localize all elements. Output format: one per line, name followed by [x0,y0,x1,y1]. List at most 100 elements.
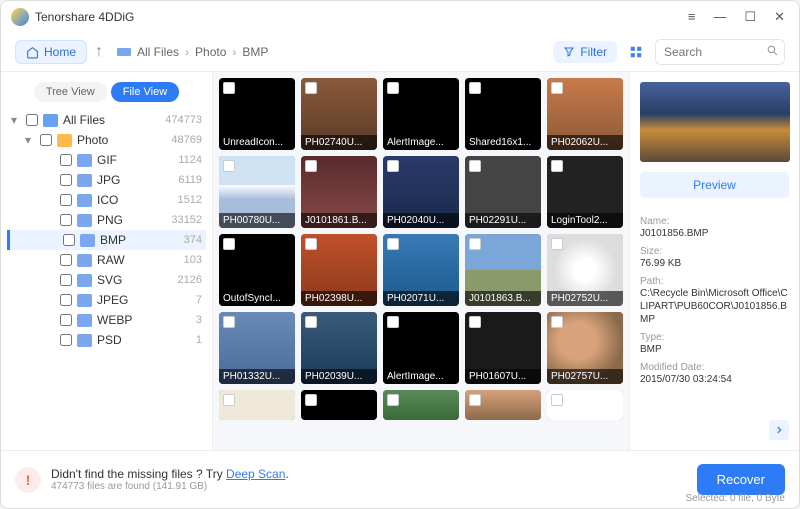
tree-checkbox[interactable] [60,174,72,186]
tree-checkbox[interactable] [60,274,72,286]
thumbnail[interactable]: AlertImage... [383,78,459,150]
folder-icon [77,334,92,347]
tab-tree-view[interactable]: Tree View [34,82,107,102]
deep-scan-link[interactable]: Deep Scan [226,467,285,481]
tree-checkbox[interactable] [60,334,72,346]
thumbnail[interactable]: Shared16x1... [465,78,541,150]
up-icon[interactable]: ↑ [95,43,103,61]
tree-checkbox[interactable] [60,214,72,226]
filter-button[interactable]: Filter [553,41,617,63]
close-icon[interactable]: ✕ [770,7,789,27]
thumb-checkbox[interactable] [387,394,399,406]
thumbnail[interactable]: LoginTool2... [547,156,623,228]
tree-item-webp[interactable]: WEBP3 [7,310,206,330]
expand-icon[interactable]: ▾ [11,113,21,127]
search-icon[interactable] [766,44,779,57]
expand-icon[interactable]: ▾ [25,133,35,147]
thumb-checkbox[interactable] [387,82,399,94]
thumb-checkbox[interactable] [223,160,235,172]
thumb-checkbox[interactable] [387,160,399,172]
recover-button[interactable]: Recover [697,464,785,495]
thumb-checkbox[interactable] [305,394,317,406]
thumbnail[interactable]: J0101861.B... [301,156,377,228]
thumbnail[interactable]: PH01607U... [465,312,541,384]
thumbnail[interactable] [219,390,295,420]
thumb-checkbox[interactable] [305,316,317,328]
thumbnail[interactable]: PH01332U... [219,312,295,384]
tree-item-psd[interactable]: PSD1 [7,330,206,350]
tab-file-view[interactable]: File View [111,82,179,102]
meta-name-label: Name: [640,216,789,227]
thumb-checkbox[interactable] [551,82,563,94]
thumbnail[interactable]: PH02291U... [465,156,541,228]
tree-checkbox[interactable] [60,294,72,306]
thumbnail[interactable] [547,390,623,420]
home-button[interactable]: Home [15,40,87,64]
tree-item-ico[interactable]: ICO1512 [7,190,206,210]
thumb-checkbox[interactable] [387,238,399,250]
tree-item-photo[interactable]: ▾Photo48769 [7,130,206,150]
thumbnail[interactable]: PH02398U... [301,234,377,306]
tree-item-svg[interactable]: SVG2126 [7,270,206,290]
thumb-checkbox[interactable] [469,316,481,328]
thumb-checkbox[interactable] [551,160,563,172]
thumbnail[interactable] [383,390,459,420]
next-page-icon[interactable] [769,420,789,440]
tree-item-all-files[interactable]: ▾All Files474773 [7,110,206,130]
minimize-icon[interactable]: — [709,7,730,27]
folder-icon [77,294,92,307]
thumbnail[interactable]: PH02757U... [547,312,623,384]
thumb-checkbox[interactable] [305,160,317,172]
thumb-checkbox[interactable] [223,82,235,94]
crumb-bmp[interactable]: BMP [242,45,268,59]
tree-checkbox[interactable] [60,194,72,206]
thumbnail[interactable]: PH02740U... [301,78,377,150]
tree-item-png[interactable]: PNG33152 [7,210,206,230]
thumbnail[interactable]: PH02040U... [383,156,459,228]
thumbnail[interactable]: UnreadIcon... [219,78,295,150]
thumbnail[interactable]: PH02039U... [301,312,377,384]
thumbnail[interactable]: PH02071U... [383,234,459,306]
home-icon [26,46,39,59]
tree-checkbox[interactable] [60,314,72,326]
tree-item-jpeg[interactable]: JPEG7 [7,290,206,310]
thumbnail[interactable] [465,390,541,420]
thumbnail[interactable]: PH02062U... [547,78,623,150]
tree-item-raw[interactable]: RAW103 [7,250,206,270]
tree-checkbox[interactable] [26,114,38,126]
tree-checkbox[interactable] [40,134,52,146]
maximize-icon[interactable]: ☐ [740,7,760,27]
thumb-checkbox[interactable] [223,316,235,328]
thumb-checkbox[interactable] [305,82,317,94]
thumb-checkbox[interactable] [469,238,481,250]
thumbnail[interactable]: OutofSyncI... [219,234,295,306]
preview-button[interactable]: Preview [640,172,789,198]
thumb-checkbox[interactable] [551,316,563,328]
thumb-checkbox[interactable] [469,160,481,172]
tree-checkbox[interactable] [60,254,72,266]
tree-item-jpg[interactable]: JPG6119 [7,170,206,190]
tree-checkbox[interactable] [60,154,72,166]
thumb-checkbox[interactable] [551,238,563,250]
meta-type-label: Type: [640,332,789,343]
thumb-checkbox[interactable] [551,394,563,406]
thumbnail[interactable]: PH00780U... [219,156,295,228]
thumb-checkbox[interactable] [223,238,235,250]
crumb-photo[interactable]: Photo [195,45,226,59]
crumb-all[interactable]: All Files [137,45,179,59]
thumb-checkbox[interactable] [223,394,235,406]
thumb-checkbox[interactable] [305,238,317,250]
thumbnail[interactable]: PH02752U... [547,234,623,306]
tree-item-bmp[interactable]: BMP374 [7,230,206,250]
thumbnail[interactable]: J0101863.B... [465,234,541,306]
thumbnail[interactable]: AlertImage... [383,312,459,384]
thumb-checkbox[interactable] [469,82,481,94]
thumb-checkbox[interactable] [387,316,399,328]
thumbnail[interactable] [301,390,377,420]
tree-checkbox[interactable] [63,234,75,246]
menu-icon[interactable]: ≡ [684,7,700,27]
thumb-checkbox[interactable] [469,394,481,406]
preview-image [640,82,790,162]
grid-view-icon[interactable] [625,41,647,63]
tree-item-gif[interactable]: GIF1124 [7,150,206,170]
